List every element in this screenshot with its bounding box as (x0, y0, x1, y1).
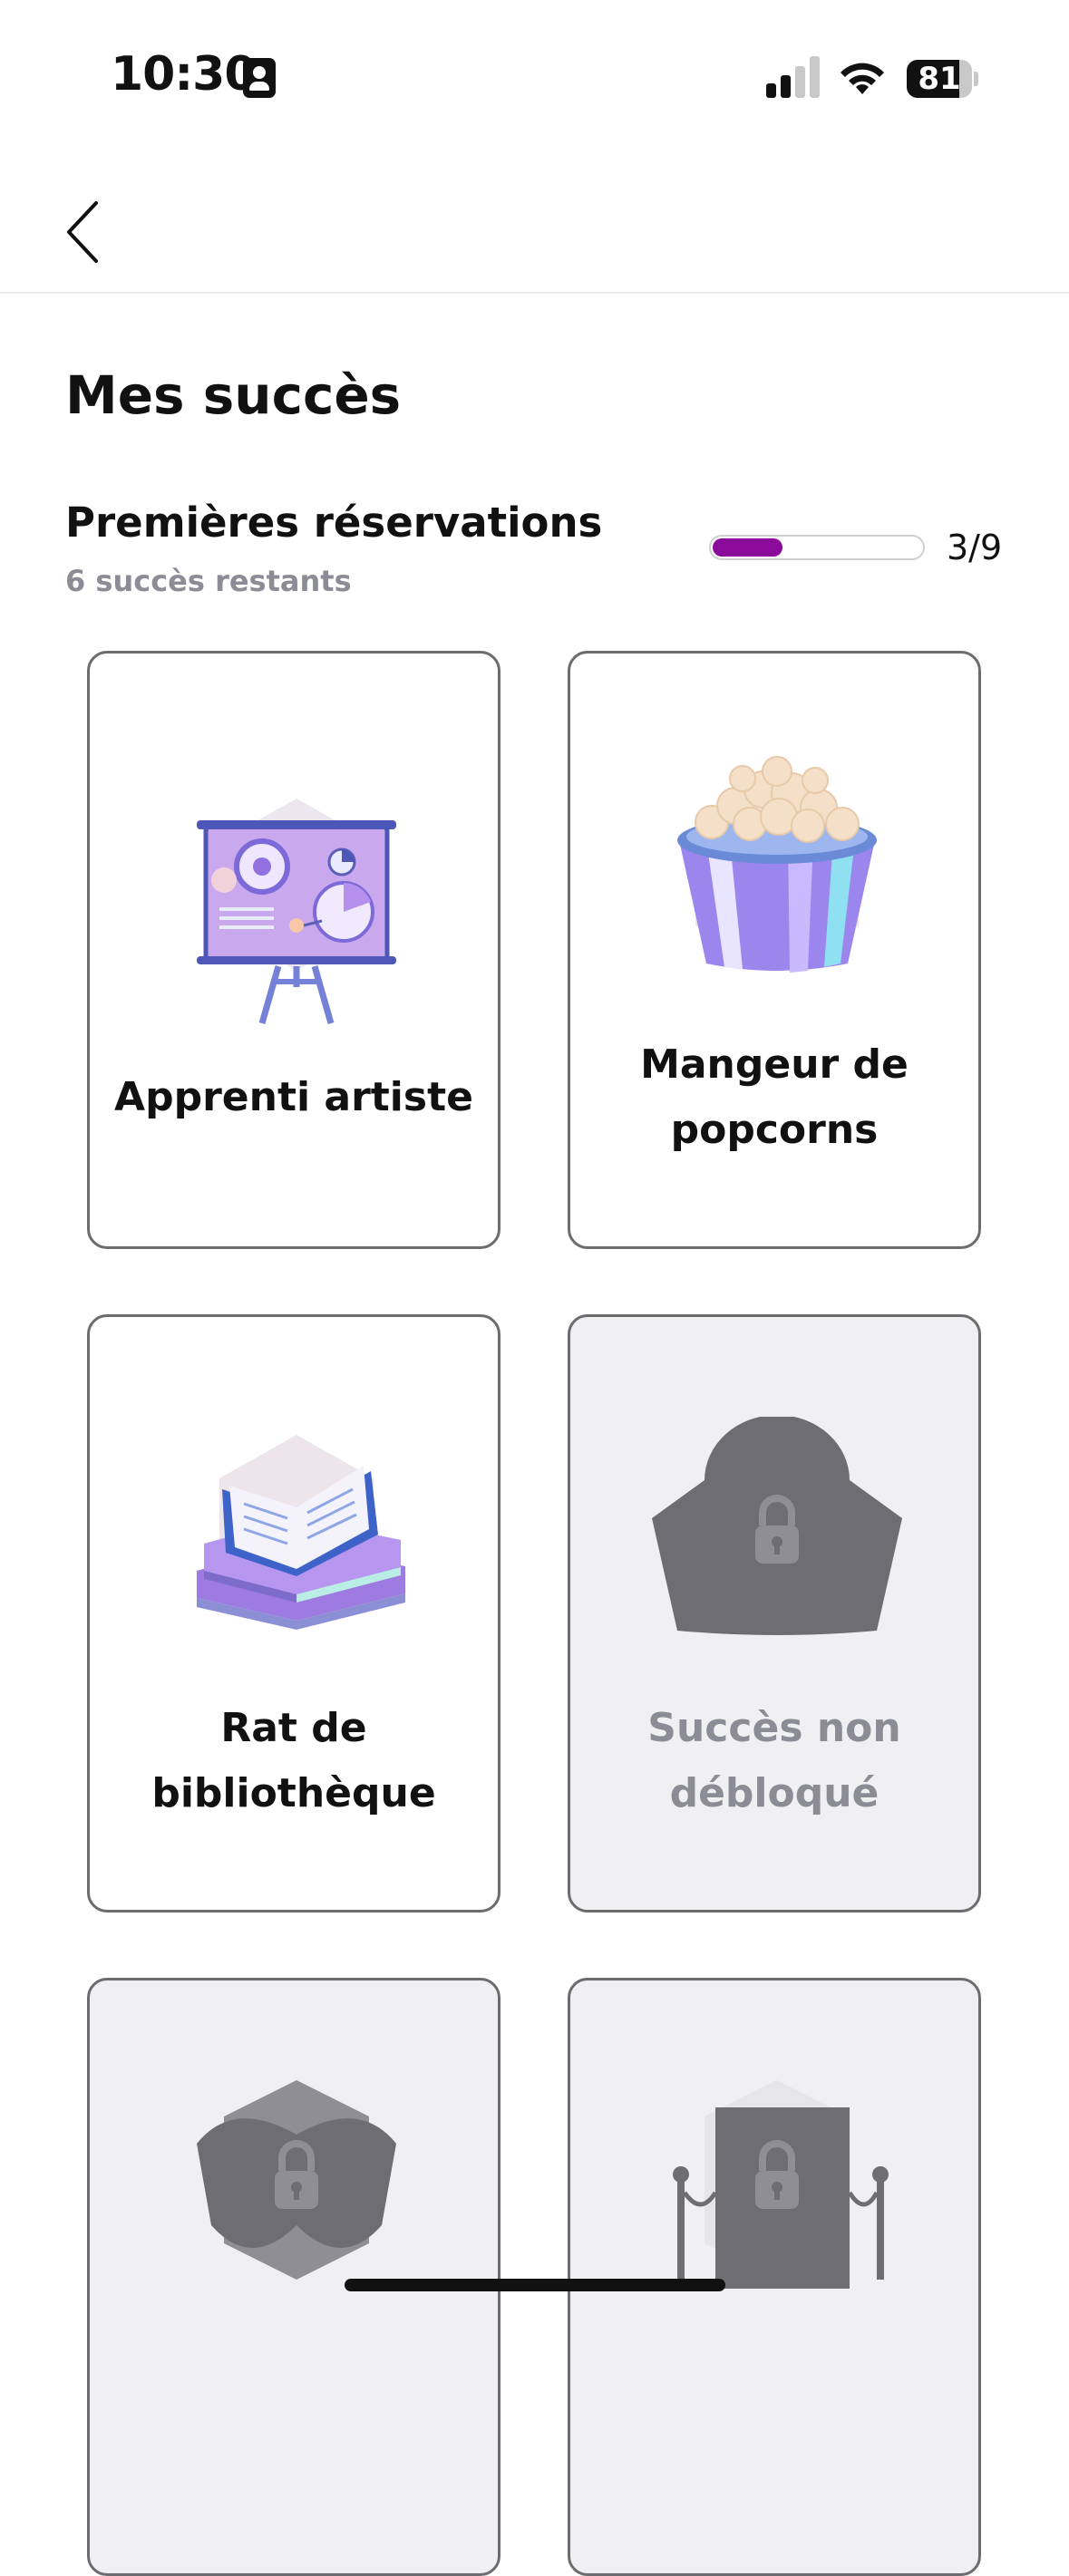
wifi-icon (841, 63, 884, 94)
books-icon (197, 1435, 405, 1630)
achievement-card-rat-de-bibliotheque[interactable]: Rat de bibliothèque (87, 1314, 500, 1913)
locked-bowl-icon (652, 1417, 902, 1635)
progress-count: 3/9 (947, 528, 1003, 567)
page-title: Mes succès (65, 364, 402, 426)
status-time: 10:30 (111, 47, 258, 102)
status-bar: 10:30 81 (0, 0, 1069, 145)
chevron-left-icon (67, 201, 98, 263)
section-subtitle: 6 succès restants (65, 564, 352, 598)
home-indicator[interactable] (345, 2279, 725, 2291)
progress-bar (709, 535, 925, 560)
achievement-card-locked[interactable]: Succès non débloqué (568, 1314, 981, 1913)
achievement-label: Rat de bibliothèque (151, 1705, 436, 1816)
cellular-signal-icon (766, 56, 822, 98)
achievement-label: Apprenti artiste (114, 1074, 473, 1120)
achievement-card-locked[interactable] (568, 1978, 981, 2576)
achievement-card-apprenti-artiste[interactable]: Apprenti artiste (87, 651, 500, 1249)
popcorn-bucket-icon (677, 756, 877, 973)
section-title: Premières réservations (65, 499, 603, 547)
nav-divider (0, 292, 1069, 294)
progress-fill (713, 538, 782, 557)
contact-card-icon (243, 58, 276, 98)
achievement-label: Succès non débloqué (647, 1705, 901, 1816)
achievement-card-mangeur-de-popcorns[interactable]: Mangeur de popcorns (568, 651, 981, 1249)
presentation-board-icon (197, 799, 396, 1024)
achievement-card-locked[interactable] (87, 1978, 500, 2576)
back-button[interactable] (54, 190, 118, 272)
battery-icon: 81 (907, 60, 978, 98)
achievement-label: Mangeur de popcorns (640, 1041, 909, 1153)
battery-level: 81 (918, 61, 961, 97)
